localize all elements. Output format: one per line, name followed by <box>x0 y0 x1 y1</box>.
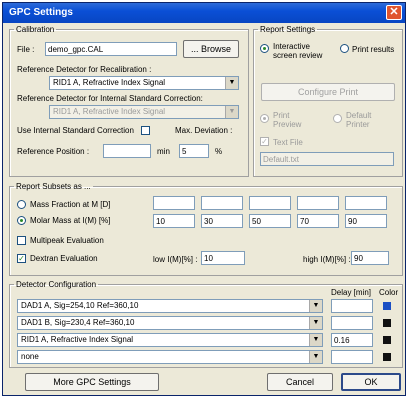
mass-fraction-input-3[interactable] <box>249 196 291 210</box>
detector-delay-4[interactable] <box>331 350 373 364</box>
close-icon[interactable]: ✕ <box>386 5 402 20</box>
use-internal-checkbox[interactable] <box>141 126 150 135</box>
molar-mass-label: Molar Mass at I(M) [%] <box>30 216 111 225</box>
detector-select-4[interactable]: none ▼ <box>17 350 323 364</box>
gpc-settings-dialog: GPC Settings ✕ Calibration File : demo_g… <box>2 2 406 396</box>
print-preview-radio[interactable] <box>260 114 269 123</box>
mass-fraction-input-1[interactable] <box>153 196 195 210</box>
molar-mass-input-5[interactable]: 90 <box>345 214 387 228</box>
print-results-radio[interactable] <box>340 44 349 53</box>
ok-button[interactable]: OK <box>341 373 401 391</box>
percent-unit-label: % <box>215 147 223 156</box>
color-header: Color <box>379 288 399 297</box>
internal-detector-value: RID1 A, Refractive Index Signal <box>53 107 166 116</box>
browse-button[interactable]: ... Browse <box>183 40 239 58</box>
print-preview-label: Print Preview <box>273 111 302 129</box>
detector-delay-2[interactable] <box>331 316 373 330</box>
chevron-down-icon[interactable]: ▼ <box>309 351 322 363</box>
mass-fraction-input-4[interactable] <box>297 196 339 210</box>
chevron-down-icon[interactable]: ▼ <box>225 77 238 89</box>
detector-name-1: DAD1 A, Sig=254,10 Ref=360,10 <box>21 301 139 310</box>
recal-detector-value: RID1 A, Refractive Index Signal <box>53 78 166 87</box>
interactive-review-label: Interactive screen review <box>273 42 323 60</box>
recal-detector-label: Reference Detector for Recalibration : <box>17 65 152 74</box>
title-bar[interactable]: GPC Settings ✕ <box>3 3 405 23</box>
chevron-down-icon[interactable]: ▼ <box>309 300 322 312</box>
mass-fraction-input-2[interactable] <box>201 196 243 210</box>
mass-fraction-radio[interactable] <box>17 200 26 209</box>
high-im-input[interactable]: 90 <box>351 251 389 265</box>
max-deviation-label: Max. Deviation : <box>175 126 233 135</box>
detector-color-swatch-3[interactable] <box>383 336 391 344</box>
detector-name-2: DAD1 B, Sig=230,4 Ref=360,10 <box>21 318 135 327</box>
detector-name-3: RID1 A, Refractive Index Signal <box>21 335 134 344</box>
molar-mass-input-1[interactable]: 10 <box>153 214 195 228</box>
calibration-legend: Calibration <box>16 25 55 34</box>
window-title: GPC Settings <box>9 7 73 18</box>
multipeak-checkbox[interactable] <box>17 236 26 245</box>
delay-header: Delay [min] <box>331 288 372 297</box>
chevron-down-icon[interactable]: ▼ <box>309 334 322 346</box>
molar-mass-radio[interactable] <box>17 216 26 225</box>
calibration-file-input[interactable]: demo_gpc.CAL <box>45 42 177 56</box>
high-im-label: high I(M)[%] : <box>303 255 351 264</box>
internal-detector-label: Reference Detector for Internal Standard… <box>17 94 203 103</box>
file-label: File : <box>17 45 35 54</box>
detector-configuration-legend: Detector Configuration <box>16 280 97 289</box>
detector-color-swatch-4[interactable] <box>383 353 391 361</box>
detector-select-2[interactable]: DAD1 B, Sig=230,4 Ref=360,10 ▼ <box>17 316 323 330</box>
text-file-checkbox[interactable]: ✓ <box>260 137 269 146</box>
interactive-review-radio[interactable] <box>260 44 269 53</box>
text-file-input[interactable]: Default.txt <box>260 152 394 166</box>
detector-delay-1[interactable] <box>331 299 373 313</box>
use-internal-label: Use Internal Standard Correction <box>17 126 134 135</box>
max-deviation-input[interactable]: 5 <box>179 144 209 158</box>
molar-mass-input-3[interactable]: 50 <box>249 214 291 228</box>
reference-position-input[interactable] <box>103 144 151 158</box>
reference-position-label: Reference Position : <box>17 147 90 156</box>
low-im-input[interactable]: 10 <box>201 251 245 265</box>
default-printer-label: Default Printer <box>346 111 372 129</box>
detector-select-1[interactable]: DAD1 A, Sig=254,10 Ref=360,10 ▼ <box>17 299 323 313</box>
mass-fraction-label: Mass Fraction at M [D] <box>30 200 111 209</box>
detector-select-3[interactable]: RID1 A, Refractive Index Signal ▼ <box>17 333 323 347</box>
molar-mass-input-4[interactable]: 70 <box>297 214 339 228</box>
configure-print-button[interactable]: Configure Print <box>261 83 395 101</box>
molar-mass-input-2[interactable]: 30 <box>201 214 243 228</box>
cancel-button[interactable]: Cancel <box>267 373 333 391</box>
dextran-label: Dextran Evaluation <box>30 254 98 263</box>
internal-detector-select[interactable]: RID1 A, Refractive Index Signal ▼ <box>49 105 239 119</box>
detector-color-swatch-1[interactable] <box>383 302 391 310</box>
detector-color-swatch-2[interactable] <box>383 319 391 327</box>
report-subsets-legend: Report Subsets as ... <box>16 182 91 191</box>
text-file-label: Text File <box>273 138 303 147</box>
default-printer-radio[interactable] <box>333 114 342 123</box>
low-im-label: low I(M)[%] : <box>153 255 198 264</box>
report-settings-legend: Report Settings <box>260 25 316 34</box>
chevron-down-icon[interactable]: ▼ <box>225 106 238 118</box>
multipeak-label: Multipeak Evaluation <box>30 236 104 245</box>
detector-delay-3[interactable]: 0.16 <box>331 333 373 347</box>
print-results-label: Print results <box>352 45 395 54</box>
dextran-checkbox[interactable]: ✓ <box>17 254 26 263</box>
recal-detector-select[interactable]: RID1 A, Refractive Index Signal ▼ <box>49 76 239 90</box>
detector-name-4: none <box>21 352 39 361</box>
min-unit-label: min <box>157 147 170 156</box>
chevron-down-icon[interactable]: ▼ <box>309 317 322 329</box>
more-gpc-settings-button[interactable]: More GPC Settings <box>25 373 159 391</box>
mass-fraction-input-5[interactable] <box>345 196 387 210</box>
